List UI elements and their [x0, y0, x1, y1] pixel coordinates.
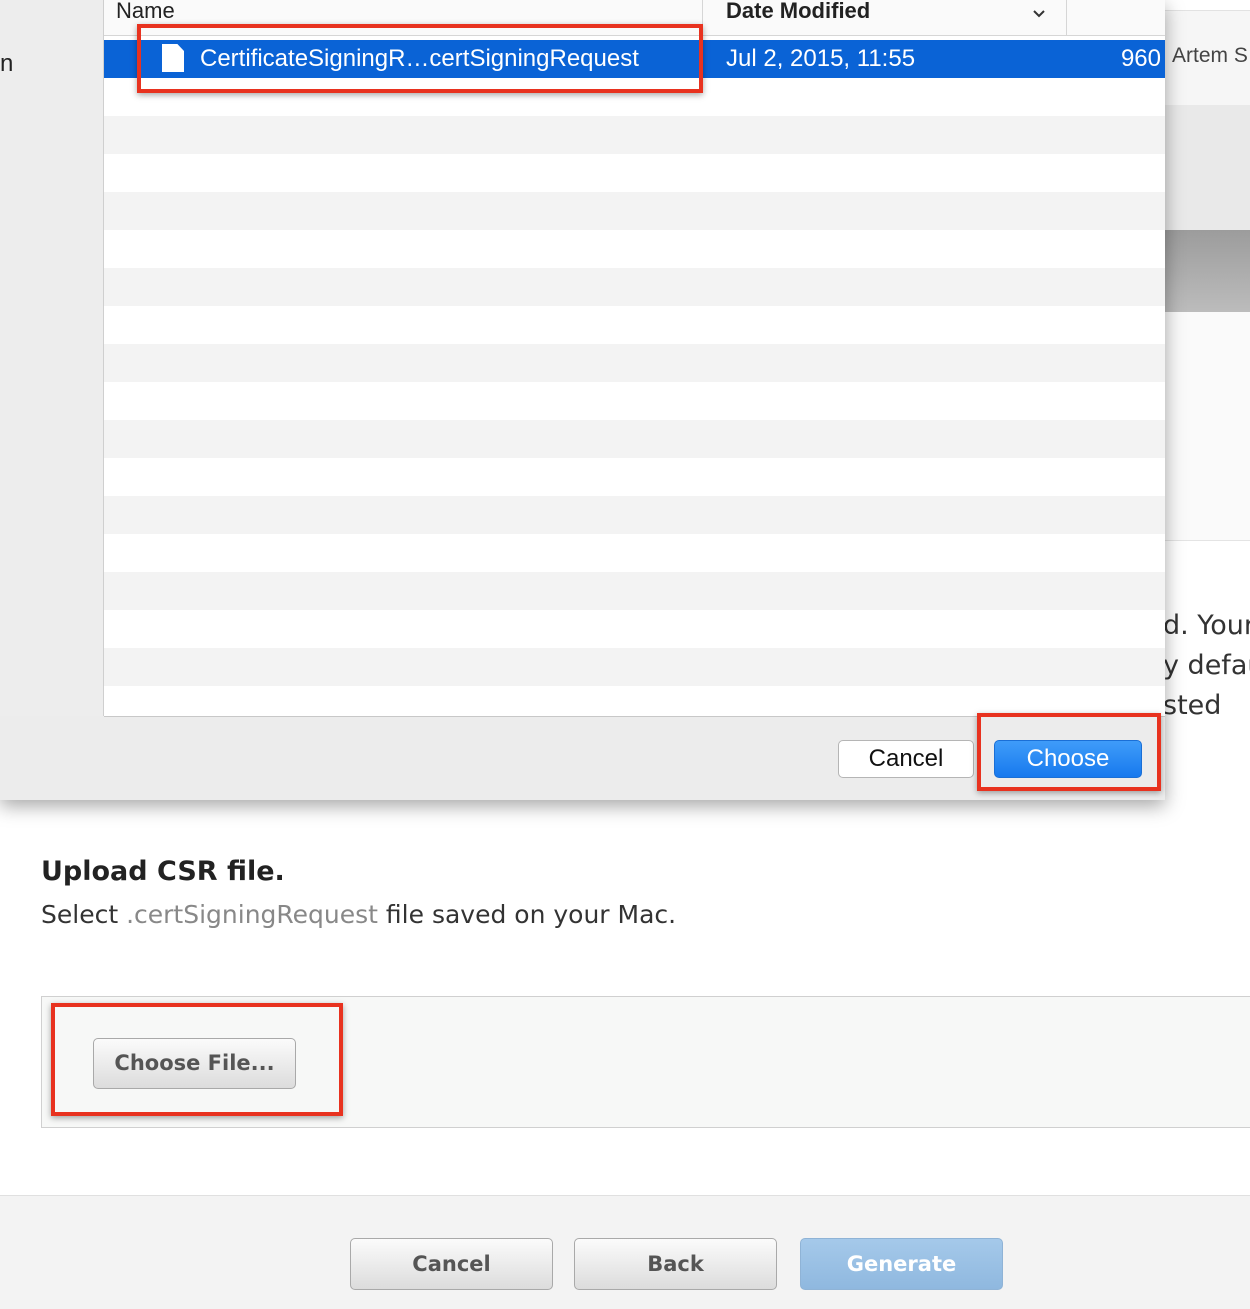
desc-suffix: file saved on your Mac. [377, 900, 677, 929]
cancel-button[interactable]: Cancel [350, 1238, 553, 1290]
upload-csr-title: Upload CSR file. [41, 856, 285, 887]
instruction-text-fragment: sted [1163, 690, 1222, 721]
sidebar-item-label[interactable]: n [0, 50, 13, 78]
user-name[interactable]: Artem S [1172, 44, 1248, 68]
empty-row [104, 610, 1165, 648]
empty-row [104, 648, 1165, 686]
empty-row [104, 268, 1165, 306]
column-name[interactable]: Name [116, 0, 175, 24]
column-divider[interactable] [1066, 0, 1067, 35]
empty-row [104, 458, 1165, 496]
chevron-down-icon[interactable] [1032, 0, 1046, 32]
empty-row [104, 420, 1165, 458]
highlight-selected-file [137, 24, 703, 93]
empty-row [104, 116, 1165, 154]
back-button[interactable]: Back [574, 1238, 777, 1290]
empty-row [104, 230, 1165, 268]
instruction-text-fragment: y defau [1163, 650, 1250, 681]
empty-row [104, 534, 1165, 572]
file-date: Jul 2, 2015, 11:55 [726, 45, 916, 72]
highlight-choose-button [977, 713, 1161, 791]
column-date-modified[interactable]: Date Modified [726, 0, 870, 24]
empty-row [104, 344, 1165, 382]
file-list[interactable]: Name Date Modified CertificateSigningR…c… [104, 0, 1165, 717]
upload-csr-description: Select .certSigningRequest file saved on… [41, 900, 676, 929]
page-card [1165, 312, 1250, 541]
page-panel [1165, 105, 1250, 230]
dialog-cancel-button[interactable]: Cancel [838, 740, 974, 778]
highlight-choose-file-button [51, 1003, 343, 1116]
empty-row [104, 382, 1165, 420]
file-size: 960 [1120, 45, 1161, 72]
dialog-sidebar: n [0, 0, 104, 716]
empty-row [104, 192, 1165, 230]
empty-row [104, 306, 1165, 344]
file-extension: .certSigningRequest [126, 900, 378, 929]
empty-row [104, 496, 1165, 534]
page-banner [1165, 230, 1250, 312]
generate-button[interactable]: Generate [800, 1238, 1003, 1290]
empty-row [104, 572, 1165, 610]
instruction-text-fragment: d. Your [1163, 610, 1250, 641]
open-file-dialog: n Name Date Modified CertificateSigningR… [0, 0, 1165, 800]
desc-prefix: Select [41, 900, 127, 929]
empty-row [104, 154, 1165, 192]
file-rows: CertificateSigningR…certSigningRequest J… [104, 40, 1165, 716]
